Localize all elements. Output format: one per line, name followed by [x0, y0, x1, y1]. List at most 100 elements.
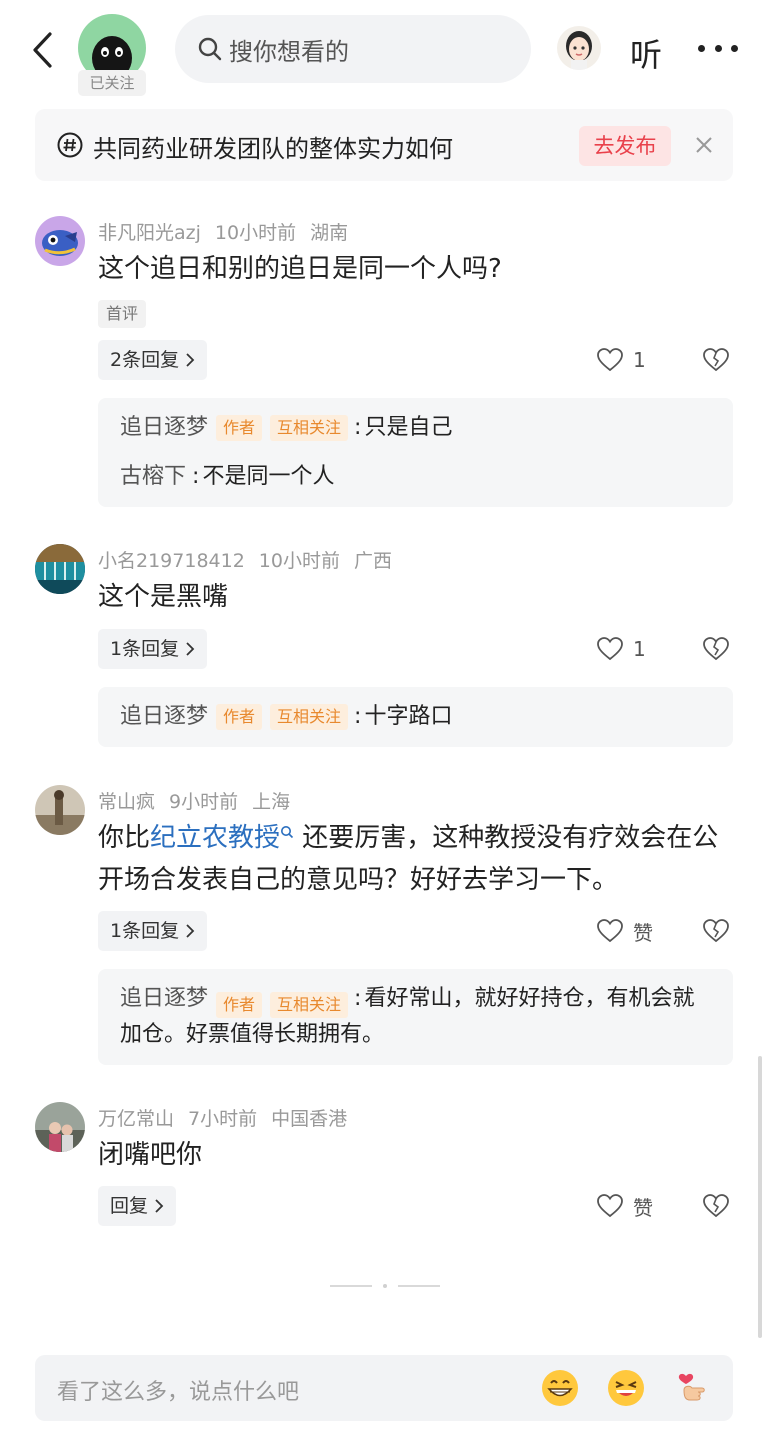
comment-text: 这个是黑嘴: [98, 582, 229, 612]
comment-time: 7小时前: [188, 1108, 258, 1130]
colon: :: [354, 415, 362, 440]
like-button[interactable]: 赞: [597, 911, 653, 951]
heart-icon: [597, 1194, 623, 1218]
like-label: 赞: [633, 1195, 653, 1220]
reply-button[interactable]: 回复: [98, 1186, 177, 1226]
mutual-follow-tag: 互相关注: [270, 992, 349, 1018]
end-indicator: [330, 1284, 440, 1288]
user-avatar[interactable]: [557, 26, 601, 70]
reply-preview-box[interactable]: 追日逐梦 作者 互相关注 : 十字路口: [98, 687, 733, 747]
search-icon[interactable]: [280, 825, 294, 839]
comment-location: 广西: [353, 550, 392, 572]
broken-heart-icon[interactable]: [703, 636, 729, 662]
hashtag-icon: [57, 132, 83, 158]
view-replies-button[interactable]: 1条回复: [98, 629, 208, 669]
commenter-avatar[interactable]: [35, 216, 85, 266]
more-options-button[interactable]: [698, 30, 738, 66]
commenter-name[interactable]: 常山疯: [98, 791, 155, 813]
comment-time: 9小时前: [169, 791, 239, 813]
divider-dot: [383, 1284, 387, 1288]
comment-meta: 小名219718412 10小时前 广西: [98, 546, 406, 573]
comment-location: 湖南: [310, 222, 349, 244]
comment-text: 这个追日和别的追日是同一个人吗?: [98, 254, 502, 284]
comment-time: 10小时前: [258, 550, 340, 572]
reply-text: 只是自己: [364, 415, 453, 440]
chevron-right-icon: [186, 353, 195, 367]
view-replies-label: 1条回复: [110, 638, 180, 660]
comment-meta: 万亿常山 7小时前 中国香港: [98, 1104, 361, 1131]
broken-heart-icon[interactable]: [703, 1193, 729, 1219]
divider-line: [398, 1285, 440, 1287]
reply-row: 古榕下 : 不是同一个人: [120, 459, 711, 495]
colon: :: [354, 704, 362, 729]
commenter-name[interactable]: 万亿常山: [98, 1108, 174, 1130]
view-replies-label: 1条回复: [110, 920, 180, 942]
reply-preview-box[interactable]: 追日逐梦 作者 互相关注: 看好常山，就好好持仓，有机会就加仓。好票值得长期拥有。: [98, 969, 733, 1065]
reply-text: 十字路口: [364, 704, 453, 729]
comment-input-placeholder: 看了这么多，说点什么吧: [57, 1380, 300, 1405]
author-tag: 作者: [216, 415, 263, 441]
heart-icon: [597, 637, 623, 661]
search-link[interactable]: 纪立农教授: [150, 823, 280, 853]
chevron-right-icon: [186, 642, 195, 656]
commenter-avatar[interactable]: [35, 1102, 85, 1152]
more-dot-icon: [714, 44, 722, 52]
reply-row: 追日逐梦 作者 互相关注: 看好常山，就好好持仓，有机会就加仓。好票值得长期拥有。: [120, 981, 711, 1053]
top-bar: 已关注 搜你想看的 听: [0, 0, 768, 100]
commenter-name[interactable]: 小名219718412: [98, 550, 245, 572]
listen-button[interactable]: 听: [630, 30, 662, 76]
like-button[interactable]: 赞: [597, 1186, 653, 1226]
commenter-name[interactable]: 非凡阳光azj: [98, 222, 201, 244]
scrollbar[interactable]: [758, 1056, 762, 1338]
author-avatar[interactable]: 已关注: [76, 14, 148, 96]
comment-text: 闭嘴吧你: [98, 1140, 203, 1170]
search-placeholder: 搜你想看的: [229, 37, 349, 66]
finger-heart-emoji-icon[interactable]: [672, 1368, 712, 1408]
topic-banner[interactable]: 共同药业研发团队的整体实力如何 去发布: [35, 109, 733, 181]
broken-heart-icon[interactable]: [703, 918, 729, 944]
broken-heart-icon[interactable]: [703, 347, 729, 373]
commenter-avatar[interactable]: [35, 785, 85, 835]
publish-button[interactable]: 去发布: [579, 126, 671, 166]
comment-meta: 常山疯 9小时前 上海: [98, 787, 304, 814]
chevron-left-icon: [33, 32, 52, 68]
followed-badge: 已关注: [78, 70, 146, 96]
comment-location: 上海: [252, 791, 291, 813]
reply-preview-box[interactable]: 追日逐梦 作者 互相关注 : 只是自己 古榕下 : 不是同一个人: [98, 398, 733, 507]
author-tag: 作者: [216, 992, 263, 1018]
laughing-emoji-icon[interactable]: [606, 1368, 646, 1408]
reply-author[interactable]: 追日逐梦: [120, 699, 208, 735]
heart-icon: [597, 348, 623, 372]
chevron-right-icon: [186, 924, 195, 938]
divider-line: [330, 1285, 372, 1287]
comment-input[interactable]: 看了这么多，说点什么吧: [35, 1355, 733, 1421]
like-button[interactable]: 1: [597, 629, 646, 669]
search-input[interactable]: 搜你想看的: [175, 15, 531, 83]
like-button[interactable]: 1: [597, 340, 646, 380]
comment-text: 你比纪立农教授 还要厉害，这种教授没有疗效会在公开场合发表自己的意见吗？好好去学…: [98, 817, 723, 901]
back-button[interactable]: [26, 30, 58, 70]
colon: :: [354, 986, 362, 1011]
like-label: 赞: [633, 920, 653, 945]
chevron-right-icon: [155, 1199, 164, 1213]
grinning-emoji-icon[interactable]: [540, 1368, 580, 1408]
view-replies-button[interactable]: 2条回复: [98, 340, 208, 380]
view-replies-button[interactable]: 1条回复: [98, 911, 208, 951]
reply-author[interactable]: 古榕下: [120, 459, 186, 495]
comment-time: 10小时前: [214, 222, 297, 244]
reply-label: 回复: [110, 1195, 149, 1217]
like-count: 1: [633, 348, 646, 372]
commenter-avatar[interactable]: [35, 544, 85, 594]
reply-author[interactable]: 追日逐梦: [120, 410, 208, 446]
comment-location: 中国香港: [271, 1108, 348, 1130]
search-icon: [198, 37, 222, 61]
mutual-follow-tag: 互相关注: [270, 415, 349, 441]
reply-text: 不是同一个人: [202, 464, 335, 489]
heart-icon: [597, 919, 623, 943]
reply-row: 追日逐梦 作者 互相关注 : 十字路口: [120, 699, 711, 735]
more-dot-icon: [698, 44, 705, 52]
reply-author[interactable]: 追日逐梦: [120, 986, 208, 1011]
comment-text-before: 你比: [98, 823, 151, 853]
close-icon[interactable]: [692, 133, 716, 157]
view-replies-label: 2条回复: [110, 349, 180, 371]
